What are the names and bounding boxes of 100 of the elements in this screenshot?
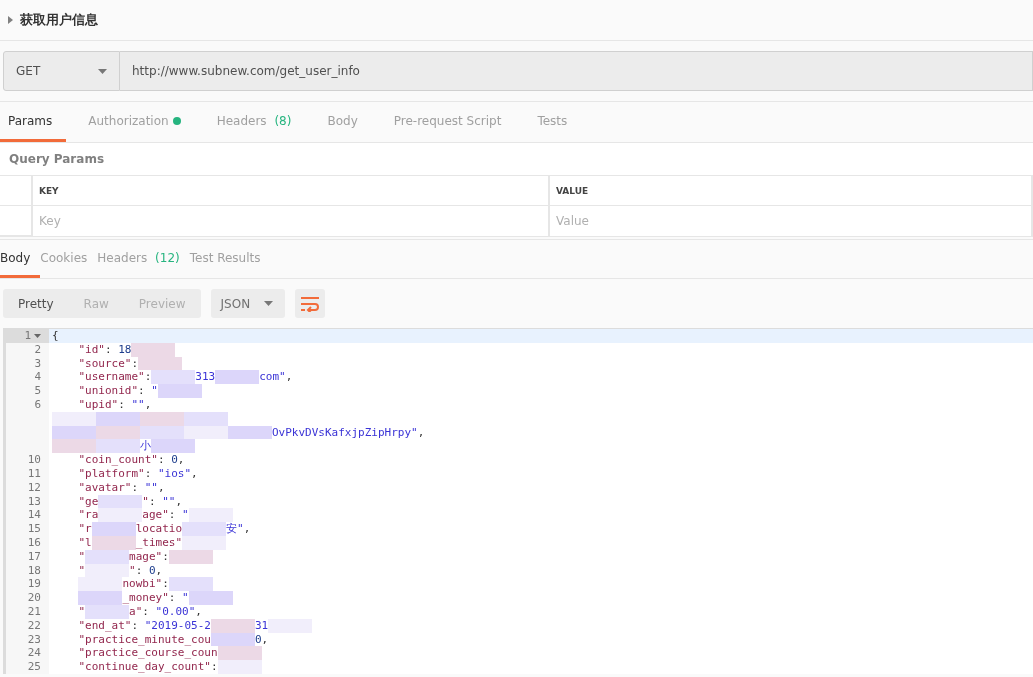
line-number: 20 — [27, 591, 41, 605]
expand-triangle-icon[interactable] — [8, 16, 13, 24]
redaction-mosaic — [91, 522, 136, 536]
redaction-mosaic — [168, 577, 213, 592]
code-token: : — [168, 508, 177, 523]
line-number: 13 — [27, 494, 41, 509]
code-token: " — [78, 604, 86, 619]
code-token: "" — [131, 398, 145, 412]
code-token: "end_at" — [78, 618, 132, 633]
code-token: nowbi" — [122, 577, 163, 592]
code-token: OvPkvDVsKafxjpZipHrpy" — [272, 425, 418, 440]
code-token: , — [195, 604, 202, 619]
redaction-mosaic — [151, 370, 196, 385]
line-number: 10 — [27, 453, 41, 467]
code-token: , — [243, 522, 251, 536]
request-tab[interactable]: Pre-request Script — [385, 102, 516, 142]
request-tab[interactable]: Tests — [529, 102, 582, 142]
view-mode-button[interactable]: Pretty — [3, 289, 69, 318]
code-token: : — [157, 453, 166, 467]
wrap-button[interactable] — [295, 289, 326, 318]
redaction-mosaic — [215, 370, 260, 385]
redaction-mosaic — [182, 522, 227, 536]
redaction-mosaic — [52, 411, 96, 426]
line-number: 21 — [27, 604, 41, 619]
redaction-mosaic — [151, 439, 195, 454]
code-token: : — [135, 563, 144, 578]
code-token: 313 — [195, 370, 216, 385]
code-token: : — [168, 591, 177, 605]
caret-icon — [98, 68, 107, 74]
request-title: 获取用户信息 — [20, 11, 98, 29]
code-token: , — [144, 398, 152, 412]
code-token: "practice_minute_cou — [78, 632, 211, 647]
line-number: 1 — [24, 329, 31, 343]
redaction-mosaic — [168, 549, 213, 564]
code-token: , — [191, 466, 198, 481]
code-token: 0 — [171, 453, 178, 467]
line-number: 22 — [27, 618, 41, 633]
redaction-mosaic — [96, 439, 140, 454]
method-dropdown[interactable]: GET — [3, 51, 120, 91]
code-token: 0 — [149, 563, 156, 578]
code-token: " — [182, 591, 189, 605]
response-tab[interactable]: Cookies — [40, 240, 98, 278]
code-token: a" — [129, 604, 143, 619]
line-number: 5 — [34, 384, 41, 398]
code-token: , — [417, 425, 425, 440]
redaction-mosaic — [217, 660, 262, 674]
redaction-mosaic — [98, 494, 143, 509]
line-number: 2 — [34, 342, 41, 357]
url-field[interactable]: http://www.subnew.com/get_user_info — [120, 51, 1033, 91]
code-token: : — [138, 384, 146, 398]
code-token: "source" — [78, 356, 132, 371]
redaction-mosaic — [52, 439, 96, 454]
fold-caret-icon[interactable] — [34, 333, 41, 338]
code-token: locatio — [135, 522, 183, 536]
code-token: "unionid" — [78, 384, 139, 398]
redaction-mosaic — [228, 425, 272, 440]
line-number: 24 — [27, 646, 41, 661]
redaction-mosaic — [157, 384, 202, 398]
request-tab[interactable]: Headers (8) — [208, 102, 306, 142]
code-token: : — [131, 356, 139, 371]
code-token: "2019-05-2 — [144, 618, 211, 633]
code-token: "coin_count" — [78, 453, 158, 467]
code-token: : — [144, 370, 152, 385]
request-tab[interactable]: Authorization — [80, 102, 195, 142]
redaction-mosaic — [217, 646, 262, 661]
line-number: 4 — [34, 370, 41, 385]
code-token: : — [149, 494, 157, 509]
code-token: "continue_day_count" — [78, 660, 211, 674]
code-token: "practice_course_coun — [78, 646, 218, 661]
code-token: : — [142, 604, 150, 619]
code-token: "ge — [78, 494, 99, 509]
request-tab[interactable]: Body — [319, 102, 372, 142]
response-tab[interactable]: Test Results — [189, 240, 271, 278]
line-number: 19 — [27, 577, 41, 592]
code-token: , — [285, 370, 293, 385]
code-token: : — [131, 618, 140, 633]
code-token: 0 — [254, 632, 262, 647]
code-token: : — [210, 660, 218, 674]
code-token: _times" — [135, 535, 183, 550]
redaction-mosaic — [184, 411, 228, 426]
code-token: "0.00" — [155, 604, 196, 619]
response-tab[interactable]: Body — [0, 240, 41, 278]
code-token: : — [131, 480, 140, 495]
line-number: 25 — [27, 660, 41, 674]
view-mode-button[interactable]: Preview — [123, 289, 201, 318]
code-token: age" — [142, 508, 169, 523]
caret-icon — [264, 301, 274, 306]
code-token: "ra — [78, 508, 99, 523]
view-mode-button[interactable]: Raw — [68, 289, 124, 318]
line-number: 16 — [27, 535, 41, 550]
code-token: , — [177, 453, 185, 467]
code-token: " — [151, 384, 158, 398]
response-tab[interactable]: Headers (12) — [97, 240, 190, 278]
line-number: 11 — [27, 466, 41, 481]
code-token: : — [162, 549, 169, 564]
format-dropdown[interactable]: JSON — [210, 289, 286, 318]
code-token: : — [118, 398, 126, 412]
code-token: : — [144, 466, 153, 481]
code-token: "ios" — [157, 466, 192, 481]
code-token: "platform" — [78, 466, 145, 481]
